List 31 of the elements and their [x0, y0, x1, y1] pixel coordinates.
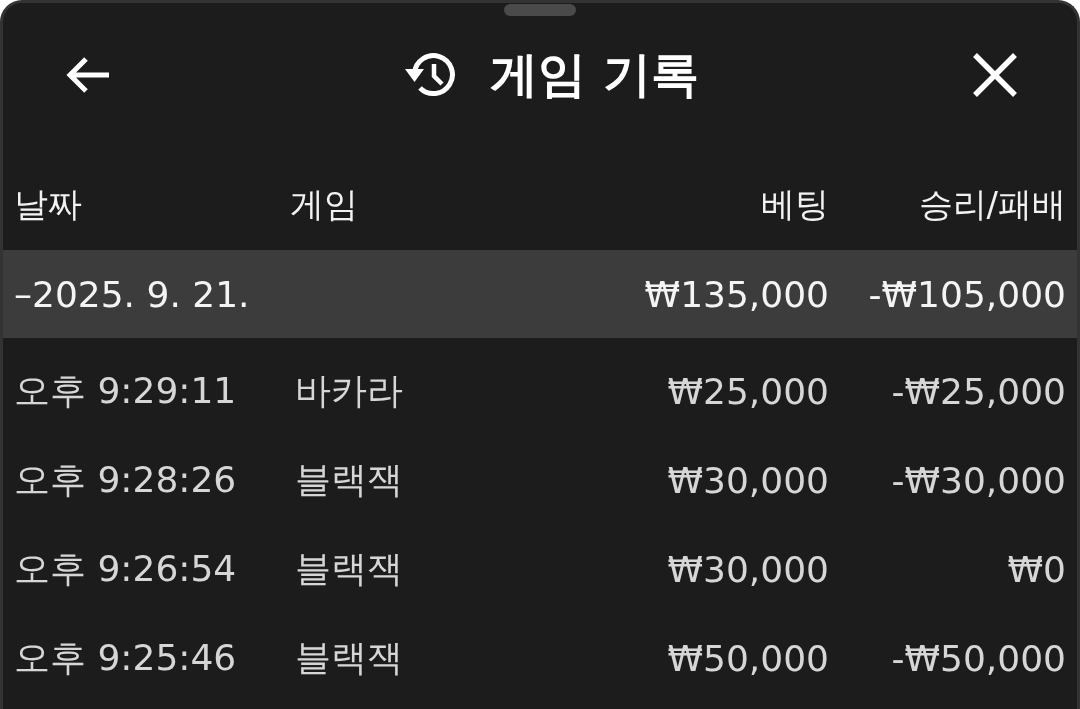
time-cell-text: 오후 9:29:11 [14, 369, 238, 413]
time-cell-text: 오후 9:25:46 [14, 636, 238, 680]
result-cell-text: ₩0 [1006, 549, 1066, 590]
close-icon [972, 52, 1018, 98]
group-result-total-cell-text: -₩105,000 [867, 273, 1066, 315]
window-title: 게임 기록 [490, 45, 699, 104]
bet-cell-text: ₩30,000 [666, 460, 829, 501]
result-cell-text: -₩30,000 [890, 460, 1066, 501]
drag-handle[interactable] [504, 4, 576, 16]
date-group-row[interactable]: –2025. 9. 21. ₩135,000 -₩105,000 [3, 250, 1077, 338]
column-header: 승리/패배 [917, 183, 1066, 226]
bet-cell-text: ₩30,000 [666, 549, 829, 590]
close-button[interactable] [972, 52, 1018, 98]
bet-cell-text: ₩25,000 [666, 371, 829, 412]
column-header: 게임 [290, 183, 359, 226]
bet-cell-text: ₩50,000 [666, 638, 829, 679]
back-button[interactable] [65, 56, 111, 94]
game-cell-text: 바카라 [294, 369, 404, 413]
result-cell-text: -₩25,000 [890, 371, 1066, 412]
game-cell-text: 블랙잭 [294, 458, 404, 502]
time-cell-text: 오후 9:26:54 [14, 547, 238, 591]
result-cell-text: -₩50,000 [890, 638, 1066, 679]
group-date-cell-text: –2025. 9. 21. [14, 273, 251, 315]
group-bet-total-cell-text: ₩135,000 [643, 273, 829, 315]
column-header: 베팅 [760, 183, 829, 226]
time-cell-text: 오후 9:28:26 [14, 458, 238, 502]
back-arrow-icon [65, 56, 111, 94]
game-cell-text: 블랙잭 [294, 547, 404, 591]
game-cell-text: 블랙잭 [294, 636, 404, 680]
history-icon [404, 51, 457, 99]
column-header: 날짜 [14, 183, 83, 226]
